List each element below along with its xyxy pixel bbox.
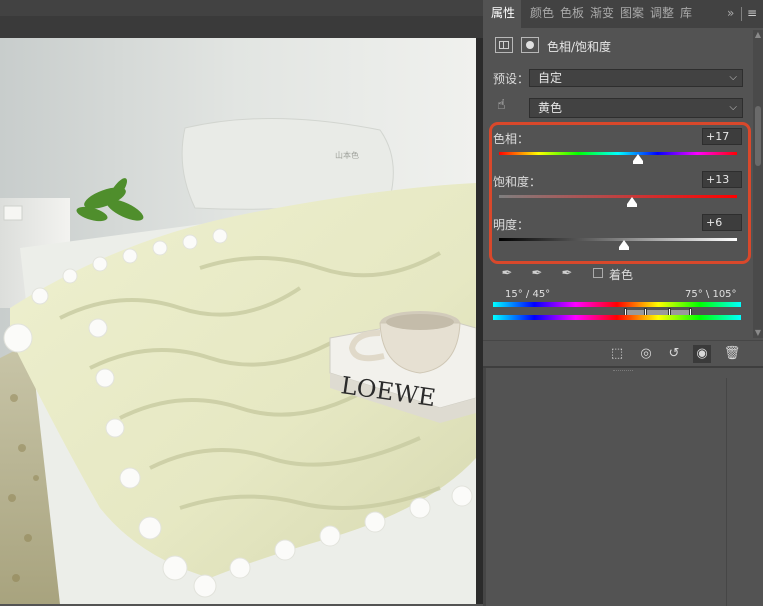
lower-panel-edge [483,368,486,606]
panel-scrollbar[interactable]: ▲ ▼ [753,30,763,338]
pillow-label: 山本色 [335,150,359,160]
lightness-slider-track[interactable] [499,238,737,241]
panel-menu-icon[interactable]: ≡ [747,0,757,28]
tab-swatches[interactable]: 色板 [560,0,584,28]
tab-color[interactable]: 颜色 [530,0,554,28]
visibility-eye-icon[interactable]: ◉ [693,345,711,363]
layer-mask-icon[interactable] [521,37,539,53]
tab-gradients[interactable]: 渐变 [590,0,614,28]
output-spectrum-bar [493,315,741,320]
targeted-adjustment-hand-icon[interactable]: ☝ [497,97,515,117]
chevron-down-icon: ⌵ [729,102,737,113]
canvas-scrollbar[interactable] [476,38,483,604]
tab-divider [741,7,742,21]
scroll-down-icon[interactable]: ▼ [753,328,763,338]
reset-icon[interactable]: ↺ [665,345,683,363]
tab-properties[interactable]: 属性 [483,0,521,28]
lightness-input[interactable]: +6 [702,214,742,231]
range-right-values: 75° \ 105° [685,289,737,300]
tab-adjustments[interactable]: 调整 [650,0,674,28]
saturation-label: 饱和度： [493,175,542,189]
panel-tab-bar: 属性 颜色 色板 渐变 图案 调整 库 » ≡ [483,0,763,28]
panel-resize-grip[interactable] [613,370,633,374]
eyedropper-icon[interactable]: ✒ [499,266,515,282]
channel-select[interactable]: 黄色 ⌵ [529,98,743,118]
properties-bottom-toolbar: ⬚ ◎ ↺ ◉ 🗑 [483,340,763,367]
adjustment-layer-icon [495,37,513,53]
adjustment-title: 色相/饱和度 [547,40,612,54]
properties-panel: 属性 颜色 色板 渐变 图案 调整 库 » ≡ 色相/饱和度 预设： 自定 ⌵ … [483,0,763,606]
range-left-values: 15° / 45° [505,289,551,300]
preset-select[interactable]: 自定 ⌵ [529,69,743,87]
hue-label: 色相： [493,132,530,146]
view-previous-state-icon[interactable]: ◎ [637,345,655,363]
colorize-checkbox[interactable] [593,268,603,278]
chevron-down-icon: ⌵ [729,72,737,83]
lightness-slider-thumb[interactable] [619,240,629,250]
preset-value: 自定 [538,71,563,85]
lower-panel-divider [726,378,727,606]
tab-patterns[interactable]: 图案 [620,0,644,28]
saturation-slider-track[interactable] [499,195,737,198]
canvas-top-bar [0,0,483,16]
colorize-label: 着色 [609,268,634,282]
channel-value: 黄色 [538,101,563,115]
saturation-input[interactable]: +13 [702,171,742,188]
more-tabs-icon[interactable]: » [727,0,734,28]
hue-slider-thumb[interactable] [633,154,643,164]
input-spectrum-bar [493,302,741,307]
saturation-slider-thumb[interactable] [627,197,637,207]
tab-libraries[interactable]: 库 [680,0,692,28]
scroll-up-icon[interactable]: ▲ [753,30,763,40]
eyedropper-subtract-icon[interactable]: ✒ [559,266,575,282]
document-tab-bar [0,16,483,38]
scroll-thumb[interactable] [755,106,761,166]
document-photo[interactable]: 山本色 LOEWE [0,38,476,604]
clip-to-layer-icon[interactable]: ⬚ [608,345,626,363]
preset-label: 预设： [493,72,530,86]
eyedropper-add-icon[interactable]: ✒ [529,266,545,282]
trash-icon[interactable]: 🗑 [723,345,741,363]
photo-illustration: 山本色 LOEWE [0,38,476,604]
hue-input[interactable]: +17 [702,128,742,145]
hue-slider-track[interactable] [499,152,737,155]
lightness-label: 明度： [493,218,530,232]
lower-panel [483,366,763,606]
canvas-area[interactable]: 山本色 LOEWE [0,0,483,604]
